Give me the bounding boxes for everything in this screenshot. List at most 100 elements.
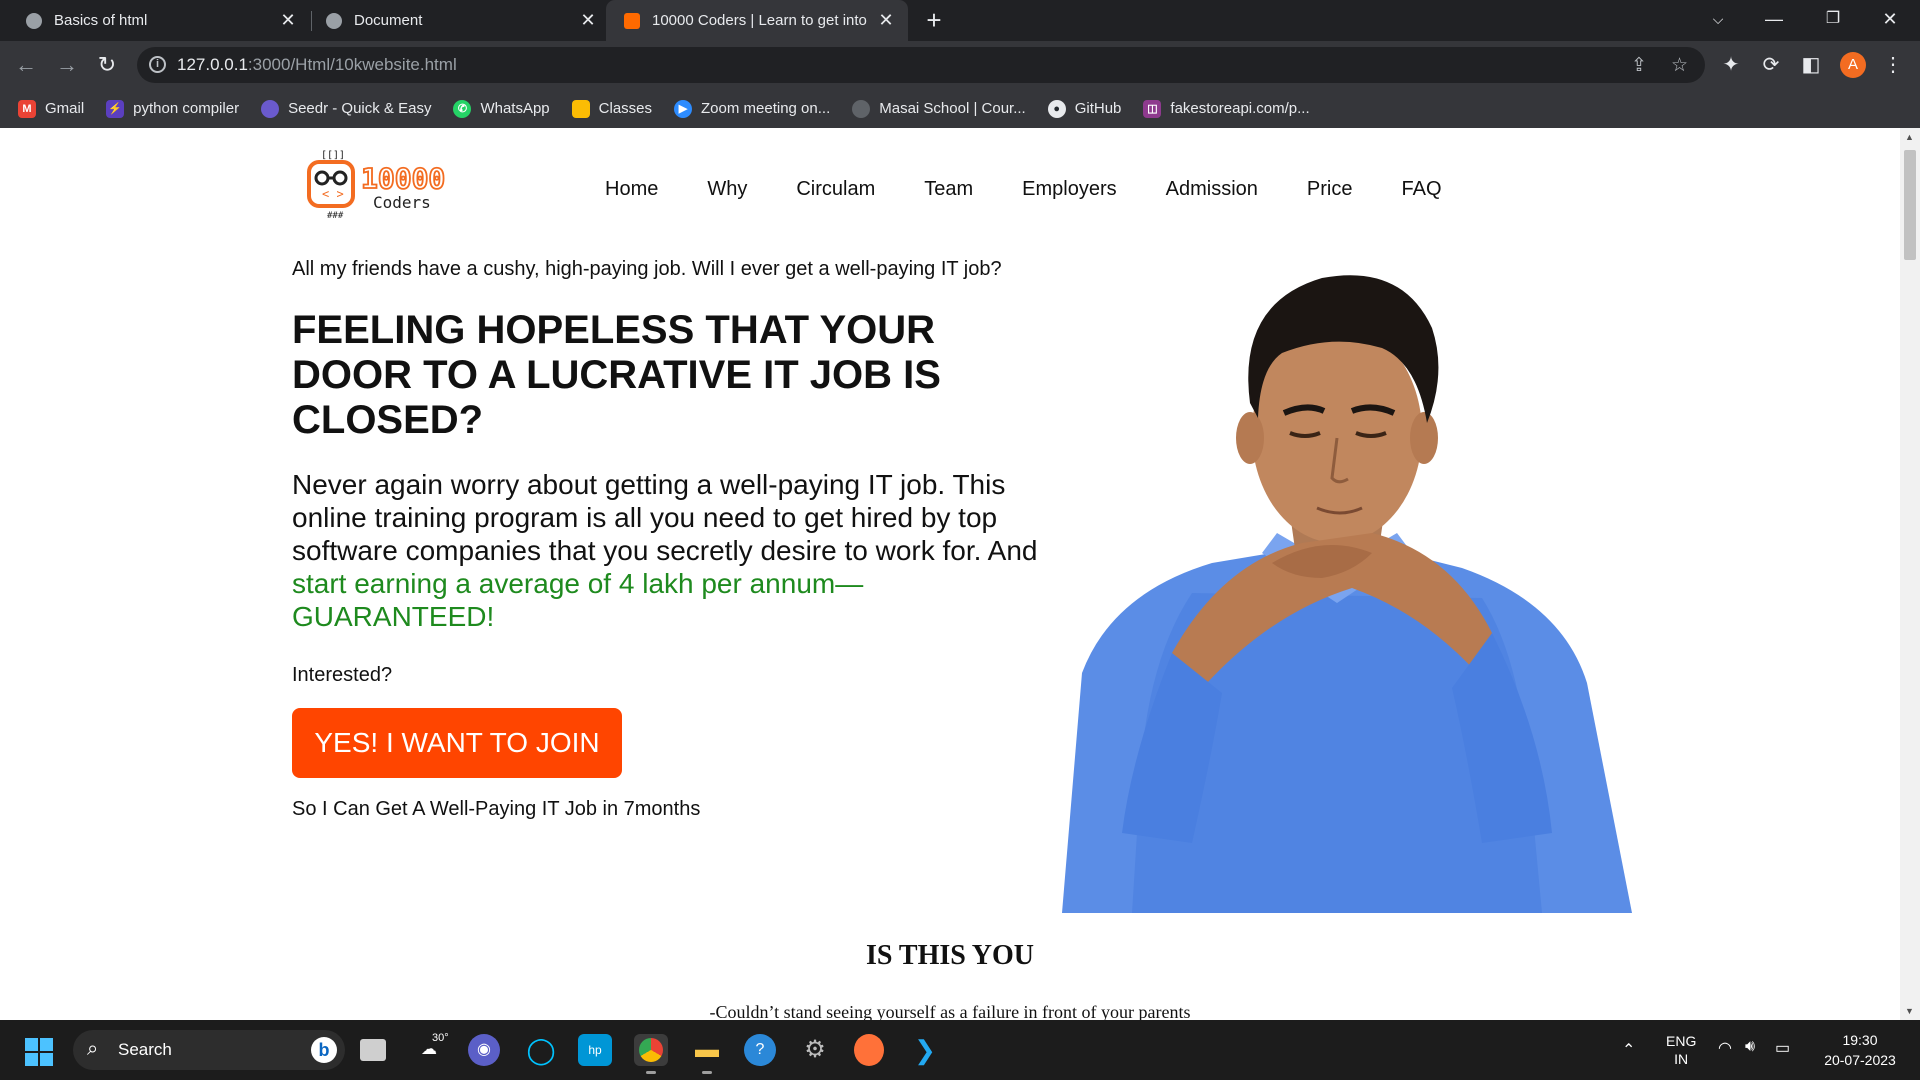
- firefox-icon[interactable]: [854, 1034, 884, 1066]
- nav-faq[interactable]: FAQ: [1402, 178, 1442, 201]
- new-tab-button[interactable]: +: [920, 6, 948, 34]
- scrollbar-thumb[interactable]: [1904, 150, 1916, 260]
- bookmark-github[interactable]: ● GitHub: [1047, 99, 1122, 118]
- weather-temp: 30°: [432, 1032, 449, 1044]
- bookmark-whatsapp[interactable]: ✆ WhatsApp: [453, 99, 550, 118]
- search-label: Search: [118, 1040, 172, 1059]
- taskbar-search[interactable]: ⌕ Search b: [73, 1030, 345, 1070]
- alexa-icon[interactable]: ◯: [524, 1034, 558, 1066]
- join-button[interactable]: YES! I WANT TO JOIN: [292, 708, 622, 778]
- battery-icon[interactable]: ▭: [1775, 1038, 1790, 1058]
- scroll-down-icon[interactable]: ▼: [1905, 1006, 1914, 1016]
- scroll-up-icon[interactable]: ▲: [1905, 132, 1914, 142]
- volume-icon[interactable]: 🔊︎: [1745, 1038, 1755, 1056]
- side-panel-icon[interactable]: ◧: [1798, 52, 1824, 77]
- bookmark-gmail[interactable]: M Gmail: [18, 99, 85, 118]
- globe-icon: [326, 12, 342, 29]
- windows-taskbar: ⌕ Search b ☁ 30° ◉ ◯ hp ▬ ? ⚙ ❯ ⌃ ENG IN ◠…: [0, 1020, 1920, 1080]
- 10000-coders-logo[interactable]: < > [[]] ### 10000 Coders: [303, 146, 483, 224]
- myhp-icon[interactable]: hp: [578, 1034, 612, 1066]
- bookmark-label: Masai School | Cour...: [879, 100, 1026, 117]
- url-host: 127.0.0.1: [177, 55, 248, 74]
- tab-basics-of-html[interactable]: Basics of html ✕: [0, 0, 310, 41]
- close-tab-icon[interactable]: ✕: [276, 10, 300, 31]
- seedr-icon: [261, 99, 280, 118]
- bookmark-label: Seedr - Quick & Easy: [288, 100, 432, 117]
- forward-button[interactable]: →: [51, 49, 83, 81]
- extension-refresh-icon[interactable]: ⟳: [1758, 52, 1784, 77]
- zoom-icon: ▶: [674, 99, 693, 118]
- tab-title: Basics of html: [54, 12, 148, 29]
- site-info-icon[interactable]: i: [149, 56, 166, 73]
- close-window-button[interactable]: ✕: [1862, 0, 1918, 41]
- bookmark-seedr[interactable]: Seedr - Quick & Easy: [261, 99, 432, 118]
- bookmark-zoom[interactable]: ▶ Zoom meeting on...: [674, 99, 831, 118]
- bing-icon[interactable]: b: [311, 1037, 337, 1063]
- lightning-icon: ⚡: [106, 99, 125, 118]
- tab-title: Document: [354, 12, 423, 29]
- close-tab-icon[interactable]: ✕: [874, 10, 898, 31]
- clock-date: 20-07-2023: [1824, 1052, 1896, 1068]
- minimize-button[interactable]: —: [1746, 0, 1802, 41]
- task-view-icon[interactable]: [360, 1039, 386, 1061]
- svg-text:###: ###: [327, 211, 344, 221]
- nav-employers[interactable]: Employers: [1022, 178, 1116, 201]
- hero-body: Never again worry about getting a well-p…: [292, 468, 1052, 633]
- bookmark-fakestore[interactable]: ◫ fakestoreapi.com/p...: [1143, 99, 1310, 118]
- language-indicator[interactable]: ENG IN: [1666, 1032, 1696, 1068]
- back-button[interactable]: ←: [10, 49, 42, 81]
- url-text[interactable]: 127.0.0.1:3000/Html/10kwebsite.html: [177, 55, 457, 75]
- menu-kebab-icon[interactable]: ⋮: [1880, 52, 1906, 77]
- bookmark-label: Zoom meeting on...: [701, 100, 831, 117]
- address-bar[interactable]: i 127.0.0.1:3000/Html/10kwebsite.html ⇪ …: [137, 47, 1705, 83]
- hero-body-highlight: start earning a average of 4 lakh per an…: [292, 568, 864, 632]
- hero-body-text: Never again worry about getting a well-p…: [292, 469, 1038, 566]
- bookmark-python-compiler[interactable]: ⚡ python compiler: [106, 99, 240, 118]
- tab-search-chevron-icon[interactable]: ⌵: [1690, 0, 1746, 41]
- profile-avatar[interactable]: A: [1840, 52, 1866, 78]
- taskbar-clock[interactable]: 19:30 20-07-2023: [1810, 1030, 1910, 1070]
- gmail-icon: M: [18, 99, 36, 118]
- reload-button[interactable]: ↻: [91, 49, 123, 81]
- windows-start-icon[interactable]: [25, 1038, 53, 1066]
- whatsapp-icon: ✆: [453, 99, 472, 118]
- vscode-icon[interactable]: ❯: [908, 1034, 942, 1066]
- tab-10000-coders[interactable]: 10000 Coders | Learn to get into ✕: [606, 0, 908, 41]
- file-explorer-icon[interactable]: ▬: [690, 1034, 724, 1074]
- bookmark-label: GitHub: [1074, 100, 1122, 117]
- get-help-icon[interactable]: ?: [744, 1034, 776, 1066]
- bookmark-label: Gmail: [45, 100, 85, 117]
- weather-widget-icon[interactable]: ☁ 30°: [412, 1032, 449, 1066]
- nav-admission[interactable]: Admission: [1166, 178, 1258, 201]
- nav-home[interactable]: Home: [605, 178, 658, 201]
- settings-gear-icon[interactable]: ⚙: [798, 1034, 832, 1066]
- svg-text:< >: < >: [322, 187, 344, 201]
- close-tab-icon[interactable]: ✕: [576, 10, 600, 31]
- wifi-icon[interactable]: ◠: [1718, 1038, 1732, 1058]
- bookmark-masai[interactable]: Masai School | Cour...: [852, 99, 1026, 118]
- tab-title: 10000 Coders | Learn to get into: [652, 12, 867, 29]
- page-scrollbar[interactable]: ▲ ▼: [1900, 128, 1920, 1020]
- coders-favicon-icon: [624, 12, 640, 29]
- nav-team[interactable]: Team: [924, 178, 973, 201]
- bookmark-label: python compiler: [133, 100, 240, 117]
- nav-circulam[interactable]: Circulam: [796, 178, 875, 201]
- clock-time: 19:30: [1842, 1032, 1878, 1048]
- chrome-icon[interactable]: [634, 1034, 668, 1074]
- tab-document[interactable]: Document ✕: [300, 0, 610, 41]
- extensions-icon[interactable]: ✦: [1718, 52, 1744, 77]
- bookmark-label: WhatsApp: [480, 100, 550, 117]
- teams-chat-icon[interactable]: ◉: [468, 1034, 500, 1066]
- bookmark-label: fakestoreapi.com/p...: [1170, 100, 1310, 117]
- language-code: ENG: [1666, 1033, 1697, 1049]
- nav-price[interactable]: Price: [1307, 178, 1353, 201]
- section-title: IS THIS YOU: [865, 940, 1035, 971]
- bookmark-classes[interactable]: Classes: [571, 99, 652, 118]
- url-path: :3000/Html/10kwebsite.html: [247, 55, 457, 74]
- bookmark-star-icon[interactable]: ☆: [1671, 54, 1688, 77]
- share-icon[interactable]: ⇪: [1631, 54, 1647, 77]
- show-hidden-icons-chevron-icon[interactable]: ⌃: [1622, 1040, 1635, 1060]
- nav-why[interactable]: Why: [707, 178, 747, 201]
- restore-button[interactable]: ❐: [1805, 0, 1861, 41]
- github-icon: ●: [1047, 99, 1066, 118]
